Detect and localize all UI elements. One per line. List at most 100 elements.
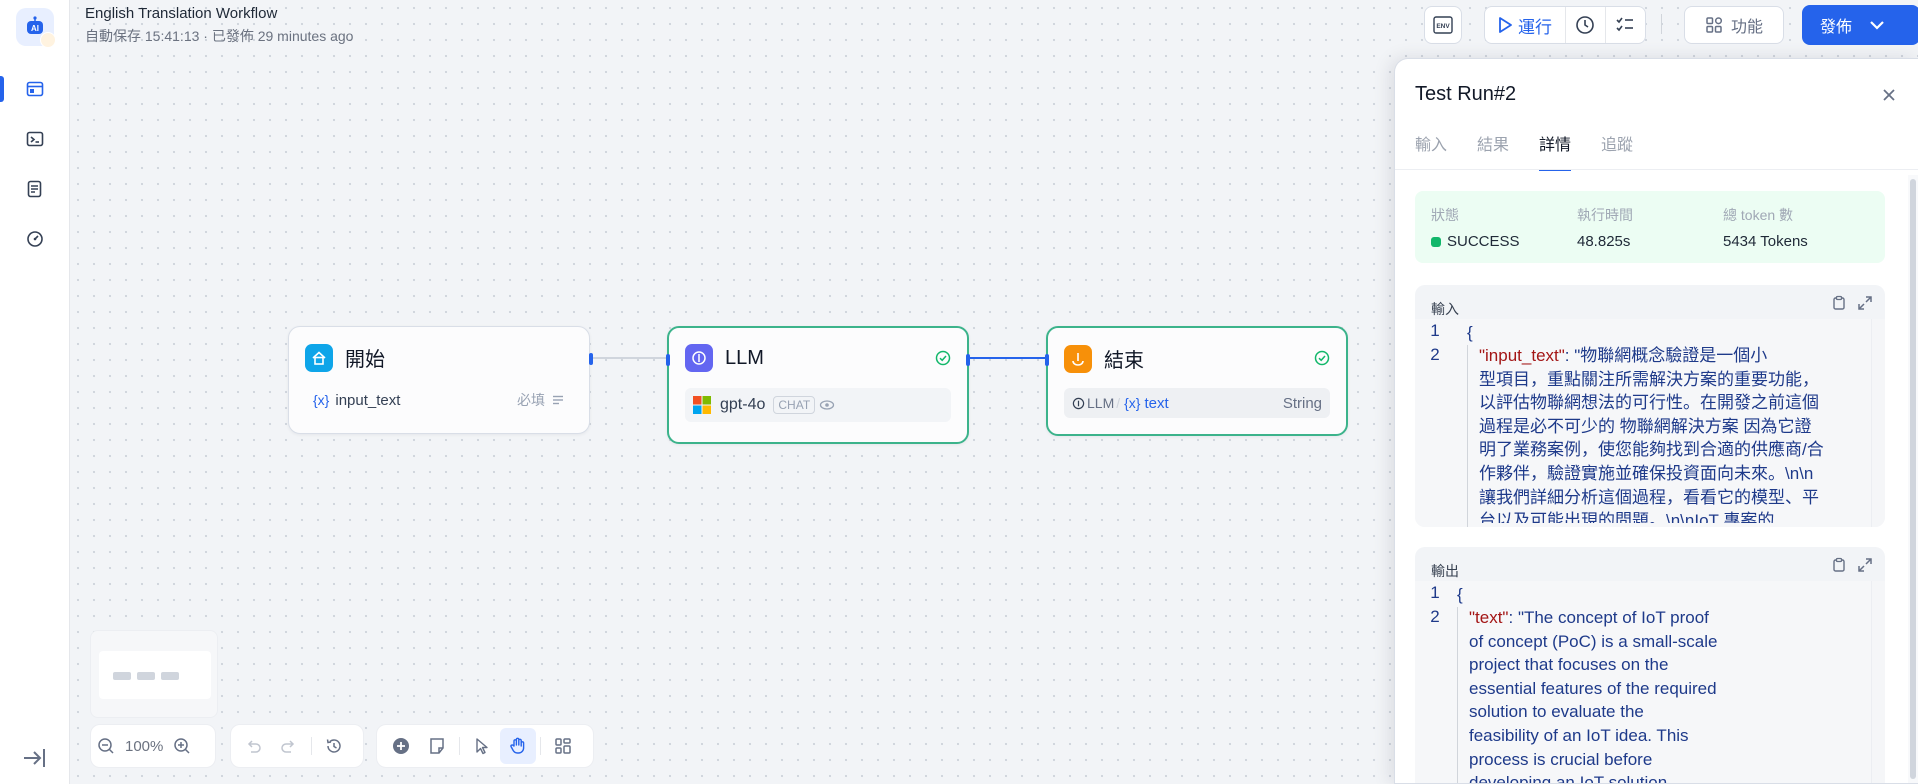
end-input-handle[interactable] xyxy=(1045,354,1049,366)
json-value-line: 型項目，重點關注所需解決方案的重要功能， xyxy=(1479,369,1819,389)
sticky-note-icon xyxy=(430,738,444,754)
copy-icon[interactable] xyxy=(1831,557,1847,573)
node-end[interactable]: 結束 LLM / {x} text String xyxy=(1045,326,1348,436)
input-code-editor[interactable]: 1 2 { "input_text": "物聯網概念驗證是一個小 型項目，重點關… xyxy=(1415,319,1885,527)
run-status-summary: 狀態 SUCCESS 執行時間 48.825s 總 token 數 5434 T… xyxy=(1415,191,1885,263)
start-variable-name: input_text xyxy=(335,391,401,409)
success-check-icon xyxy=(1314,350,1330,366)
features-label: 功能 xyxy=(1730,19,1763,36)
nav-logs[interactable] xyxy=(0,168,70,210)
zoom-out-button[interactable] xyxy=(91,728,121,764)
input-code-scrollbar[interactable] xyxy=(1871,319,1885,527)
output-code-scrollbar[interactable] xyxy=(1871,581,1885,783)
time-stat: 執行時間 48.825s xyxy=(1577,205,1633,250)
tokens-stat: 總 token 數 5434 Tokens xyxy=(1723,205,1808,250)
run-history-button[interactable] xyxy=(1566,7,1606,43)
llm-model-row[interactable]: gpt-4o CHAT xyxy=(685,388,951,422)
test-run-panel: Test Run#2 輸入 結果 詳情 追蹤 狀態 SUCCESS 執行時間 4… xyxy=(1394,58,1918,784)
organize-layout-button[interactable] xyxy=(545,728,581,764)
indent-guide xyxy=(1467,345,1468,527)
line-number: 2 xyxy=(1430,345,1440,364)
add-node-button[interactable] xyxy=(383,728,419,764)
output-code-label: 輸出 xyxy=(1431,563,1459,579)
left-rail: AI xyxy=(0,0,70,784)
output-code-panel: 輸出 1 2 { "text": "The concept of IoT pro… xyxy=(1415,547,1885,784)
copy-icon[interactable] xyxy=(1831,295,1847,311)
features-button[interactable]: 功能 xyxy=(1684,6,1784,44)
zoom-level[interactable]: 100% xyxy=(125,738,163,755)
start-output-handle[interactable] xyxy=(589,353,593,365)
tokens-label: 總 token 數 xyxy=(1723,207,1794,223)
start-variable-row[interactable]: {x} input_text 必填 xyxy=(305,385,573,415)
status-dot-icon xyxy=(1431,236,1441,247)
panel-scrollbar[interactable] xyxy=(1908,175,1918,783)
expand-icon[interactable] xyxy=(1857,295,1873,311)
env-button[interactable]: ENV xyxy=(1424,6,1462,44)
minimap[interactable] xyxy=(90,630,218,718)
hand-mode-button[interactable] xyxy=(500,728,536,764)
panel-scrollbar-thumb[interactable] xyxy=(1910,179,1916,779)
json-value-line: solution to evaluate the xyxy=(1469,702,1644,722)
nav-api[interactable] xyxy=(0,118,70,160)
node-start[interactable]: 開始 {x} input_text 必填 xyxy=(288,326,593,434)
node-llm[interactable]: LLM gpt-4o CHAT xyxy=(666,326,970,444)
output-code-tools xyxy=(1831,557,1873,573)
run-button-group: 運行 xyxy=(1484,6,1646,44)
expand-icon[interactable] xyxy=(1857,557,1873,573)
edge-start-llm xyxy=(592,357,668,359)
output-json-key-line: "text": "The concept of IoT proof xyxy=(1469,606,1709,630)
pointer-mode-button[interactable] xyxy=(464,728,500,764)
time-value: 48.825s xyxy=(1577,233,1631,250)
time-label: 執行時間 xyxy=(1577,207,1633,223)
plus-circle-icon xyxy=(393,738,409,754)
minimap-node xyxy=(161,672,179,680)
end-variable-type: String xyxy=(1282,394,1322,412)
node-start-title: 開始 xyxy=(345,349,385,371)
indent-guide xyxy=(1457,607,1458,783)
add-note-button[interactable] xyxy=(419,728,455,764)
end-source-node: LLM xyxy=(1087,395,1115,411)
toolbar-divider xyxy=(1661,14,1662,34)
mode-badge: CHAT xyxy=(773,396,816,414)
document-list-icon xyxy=(27,180,42,198)
zoom-in-button[interactable] xyxy=(167,728,197,764)
end-variable-row[interactable]: LLM / {x} text String xyxy=(1064,388,1330,418)
publish-button[interactable]: 發佈 xyxy=(1802,5,1918,45)
llm-output-handle[interactable] xyxy=(966,354,970,366)
panel-tabs: 輸入 結果 詳情 追蹤 xyxy=(1415,131,1663,171)
status-value: SUCCESS xyxy=(1447,233,1520,250)
output-code-editor[interactable]: 1 2 { "text": "The concept of IoT proof … xyxy=(1415,581,1885,784)
history-icon xyxy=(326,739,341,753)
json-value-line: essential features of the required xyxy=(1469,678,1717,698)
collapse-arrow-icon xyxy=(24,749,45,767)
checklist-button[interactable] xyxy=(1606,7,1646,43)
edge-llm-end xyxy=(970,357,1046,359)
apps-icon xyxy=(1706,17,1723,33)
home-icon xyxy=(305,343,333,372)
run-button[interactable]: 運行 xyxy=(1485,7,1566,43)
variable-icon: {x} xyxy=(313,392,330,408)
nav-workflow[interactable] xyxy=(0,68,70,110)
app-logo[interactable]: AI xyxy=(16,8,56,48)
minimap-node xyxy=(137,672,155,680)
line-number: 1 xyxy=(1430,583,1440,602)
tab-trace[interactable]: 追蹤 xyxy=(1601,131,1633,171)
nav-monitor[interactable] xyxy=(0,218,70,260)
json-value-line: developing an IoT solution xyxy=(1469,773,1668,784)
tab-result[interactable]: 結果 xyxy=(1477,131,1509,171)
required-badge: 必填 xyxy=(517,392,545,408)
window-icon xyxy=(26,81,44,97)
version-history-button[interactable] xyxy=(316,728,352,764)
zoom-in-icon xyxy=(174,738,190,754)
tab-details[interactable]: 詳情 xyxy=(1539,131,1572,171)
llm-small-icon xyxy=(1072,397,1085,409)
undo-button[interactable] xyxy=(235,728,271,764)
llm-brain-icon xyxy=(685,344,713,372)
input-code-tools xyxy=(1831,295,1873,311)
llm-input-handle[interactable] xyxy=(666,354,670,366)
collapse-sidebar-button[interactable] xyxy=(20,744,48,777)
tab-input[interactable]: 輸入 xyxy=(1415,131,1447,171)
redo-button[interactable] xyxy=(271,728,307,764)
close-panel-button[interactable] xyxy=(1882,85,1896,108)
microsoft-logo-icon xyxy=(693,396,711,414)
